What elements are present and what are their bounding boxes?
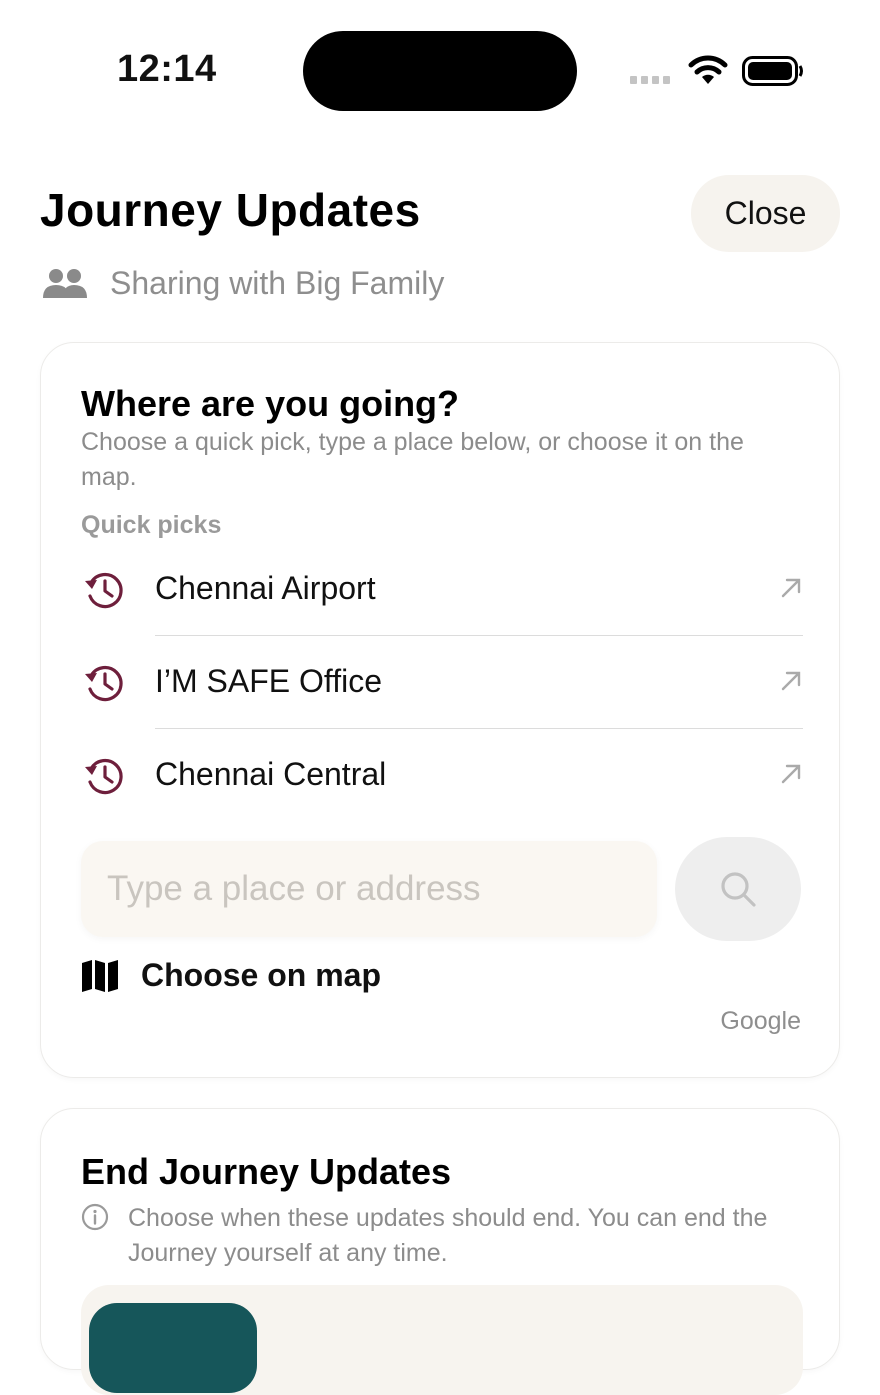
end-option-selector bbox=[81, 1285, 803, 1395]
choose-on-map-label: Choose on map bbox=[141, 957, 382, 993]
quick-pick-imsafe-office[interactable]: I’M SAFE Office bbox=[81, 636, 803, 729]
place-search-input[interactable] bbox=[81, 841, 657, 937]
history-icon bbox=[85, 758, 123, 795]
quick-pick-chennai-airport[interactable]: Chennai Airport bbox=[81, 543, 803, 636]
quick-pick-chennai-central[interactable]: Chennai Central bbox=[81, 729, 803, 822]
battery-icon bbox=[742, 56, 803, 86]
status-time: 12:14 bbox=[117, 48, 217, 90]
page-title: Journey Updates bbox=[40, 184, 421, 236]
quick-pick-label: Chennai Central bbox=[155, 756, 387, 792]
wifi-icon bbox=[688, 55, 728, 84]
quick-pick-label: Chennai Airport bbox=[155, 570, 376, 606]
destination-card: Where are you going? Choose a quick pick… bbox=[40, 342, 840, 1078]
arrow-up-right-icon bbox=[781, 764, 801, 784]
history-icon bbox=[85, 572, 123, 609]
sharing-text: Sharing with Big Family bbox=[110, 265, 445, 301]
dynamic-island bbox=[303, 31, 577, 111]
map-icon bbox=[82, 959, 118, 992]
quick-picks-label: Quick picks bbox=[81, 511, 222, 539]
destination-card-subtitle: Choose a quick pick, type a place below,… bbox=[81, 428, 744, 491]
end-journey-info-text: Choose when these updates should end. Yo… bbox=[128, 1204, 768, 1267]
arrow-up-right-icon bbox=[781, 671, 801, 691]
quick-pick-label: I’M SAFE Office bbox=[155, 663, 383, 699]
sharing-info: Sharing with Big Family bbox=[42, 265, 444, 302]
info-icon bbox=[81, 1203, 109, 1231]
cellular-signal-icon bbox=[630, 76, 670, 84]
search-icon bbox=[721, 872, 756, 907]
destination-card-title: Where are you going? bbox=[81, 383, 460, 424]
history-icon bbox=[85, 665, 123, 702]
search-button[interactable] bbox=[675, 837, 801, 941]
google-attribution: Google bbox=[720, 1007, 801, 1035]
quick-picks-list: Chennai Airport I’M SAFE Office Chennai … bbox=[81, 543, 803, 822]
arrow-up-right-icon bbox=[781, 578, 801, 598]
status-bar: 12:14 bbox=[0, 0, 880, 140]
end-journey-title: End Journey Updates bbox=[81, 1151, 452, 1192]
end-option-selected[interactable] bbox=[89, 1303, 257, 1393]
group-icon bbox=[43, 268, 87, 298]
end-journey-card: End Journey Updates Choose when these up… bbox=[40, 1108, 840, 1395]
close-button[interactable]: Close bbox=[691, 175, 840, 252]
choose-on-map-button[interactable]: Choose on map bbox=[81, 957, 381, 994]
